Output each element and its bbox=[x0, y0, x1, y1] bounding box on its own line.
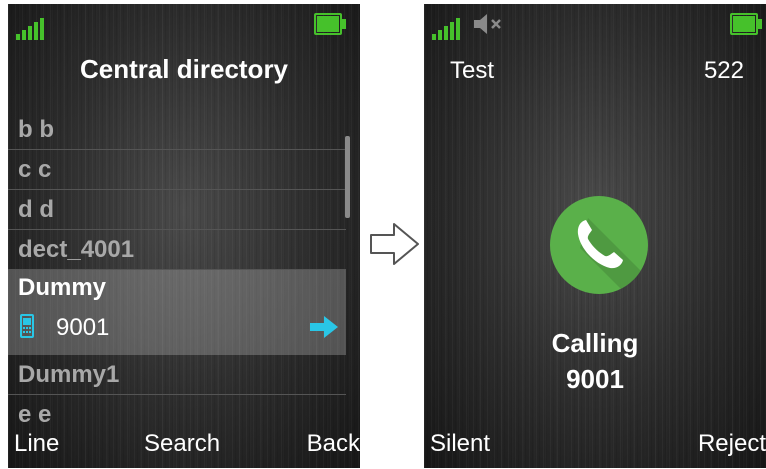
list-item-label: b b bbox=[18, 116, 54, 143]
list-item-label: Dummy1 bbox=[18, 361, 120, 388]
softkey-back[interactable]: Back bbox=[307, 430, 360, 458]
calling-screen: Test 522 Calling 9001 Silent Reject bbox=[424, 4, 766, 468]
softkey-search[interactable]: Search bbox=[144, 430, 220, 458]
directory-screen: Central directory b b c c d d dect_4001 … bbox=[8, 4, 360, 468]
list-item-label: e e bbox=[18, 401, 52, 428]
softkey-line[interactable]: Line bbox=[14, 430, 59, 458]
scrollbar[interactable] bbox=[345, 136, 350, 218]
page-title: Central directory bbox=[79, 54, 289, 84]
signal-strength-icon bbox=[16, 18, 44, 40]
contact-number: 9001 bbox=[56, 314, 110, 341]
list-item-label: c c bbox=[18, 156, 52, 183]
signal-strength-icon bbox=[432, 18, 460, 40]
list-item-label: d d bbox=[18, 196, 54, 223]
list-item[interactable]: e e bbox=[8, 395, 346, 435]
list-item-selected[interactable]: Dummy 9001 bbox=[8, 270, 346, 355]
caller-name: Test bbox=[450, 57, 495, 84]
softkey-silent[interactable]: Silent bbox=[430, 430, 490, 458]
mobile-phone-icon bbox=[20, 314, 34, 338]
handset-icon bbox=[577, 218, 648, 294]
softkey-reject[interactable]: Reject bbox=[698, 430, 766, 458]
call-status-label: Calling bbox=[551, 328, 639, 358]
list-item[interactable]: b b bbox=[8, 110, 346, 150]
chevron-right-icon bbox=[370, 223, 419, 265]
directory-list: b b c c d d dect_4001 Dummy 9001 Dummy1 … bbox=[8, 110, 346, 435]
list-item[interactable]: c c bbox=[8, 150, 346, 190]
called-number: 9001 bbox=[566, 364, 624, 394]
list-item[interactable]: Dummy1 bbox=[8, 355, 346, 395]
list-item[interactable]: dect_4001 bbox=[8, 230, 346, 270]
softkey-bar: Line Search Back bbox=[8, 430, 360, 462]
battery-icon bbox=[730, 13, 762, 35]
speaker-muted-icon bbox=[474, 14, 501, 34]
caller-extension: 522 bbox=[703, 57, 744, 84]
softkey-bar: Silent Reject bbox=[424, 430, 766, 462]
contact-name: Dummy bbox=[18, 274, 107, 301]
list-item[interactable]: d d bbox=[8, 190, 346, 230]
arrow-right-icon[interactable] bbox=[310, 316, 338, 338]
battery-icon bbox=[314, 13, 346, 35]
list-item-label: dect_4001 bbox=[18, 236, 135, 263]
call-status-badge bbox=[550, 196, 648, 294]
